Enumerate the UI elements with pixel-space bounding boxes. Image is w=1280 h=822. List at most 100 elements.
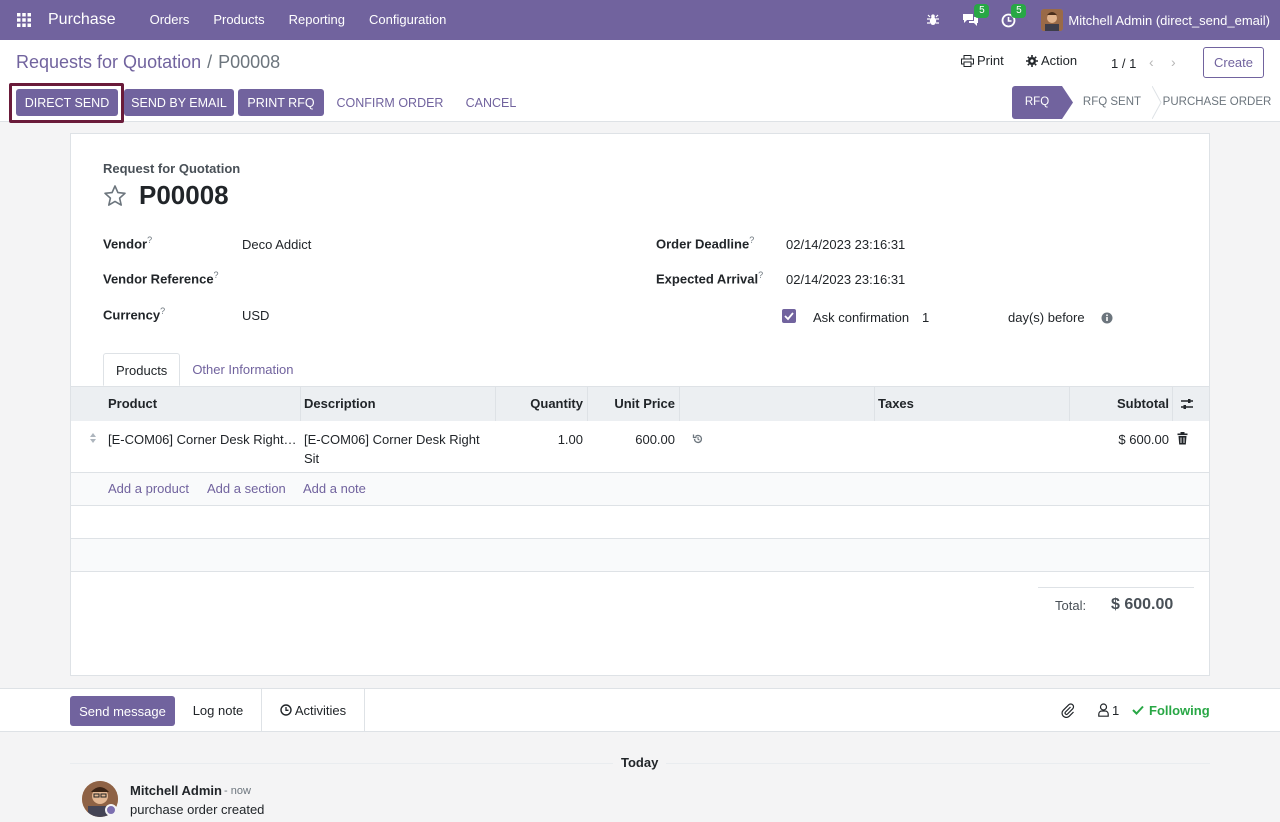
empty-row [71, 539, 1209, 572]
line-subtotal: $ 600.00 [1118, 432, 1169, 447]
order-deadline-field[interactable]: 02/14/2023 23:16:31 [786, 237, 905, 252]
expected-arrival-label: Expected Arrival? [656, 270, 764, 287]
print-rfq-button[interactable]: Print RFQ [238, 89, 324, 116]
check-icon [1132, 705, 1144, 715]
col-subtotal[interactable]: Subtotal [1117, 387, 1169, 421]
delete-trash-icon[interactable] [1177, 432, 1188, 445]
user-icon [1098, 703, 1109, 717]
create-button[interactable]: Create [1203, 47, 1264, 78]
total-label: Total: [1055, 598, 1087, 613]
menu-reporting[interactable]: Reporting [277, 0, 357, 40]
vendor-field[interactable]: Deco Addict [242, 237, 311, 252]
notebook-tabs: Products Other Information [103, 353, 305, 386]
send-by-email-button[interactable]: Send by Email [124, 89, 234, 116]
debug-bug-icon[interactable] [926, 13, 940, 27]
title-row: P00008 [103, 180, 229, 211]
message-time: - now [224, 785, 251, 797]
vendor-reference-field[interactable] [242, 272, 622, 290]
vendor-reference-label: Vendor Reference? [103, 270, 219, 287]
activities-badge: 5 [1011, 3, 1027, 18]
menu-configuration[interactable]: Configuration [357, 0, 458, 40]
top-navbar: Purchase Orders Products Reporting Confi… [0, 0, 1280, 40]
table-row[interactable]: [E-COM06] Corner Desk Right… [E-COM06] C… [71, 421, 1209, 473]
add-line-row: Add a product Add a section Add a note [71, 473, 1209, 506]
breadcrumb-current: P00008 [218, 52, 281, 72]
print-icon [961, 54, 974, 67]
pager-next-icon[interactable]: › [1171, 54, 1176, 70]
col-quantity[interactable]: Quantity [530, 387, 583, 421]
date-label: Today [613, 755, 667, 770]
activities-button[interactable]: Activities [262, 689, 365, 731]
form-sheet: Request for Quotation P00008 Vendor? Dec… [70, 133, 1210, 676]
following-label: Following [1149, 702, 1210, 718]
document-type-label: Request for Quotation [103, 161, 241, 176]
stage-rfq-sent[interactable]: RFQ Sent [1072, 86, 1152, 119]
messages-badge: 5 [974, 4, 990, 18]
menu-orders[interactable]: Orders [138, 0, 202, 40]
control-panel: Requests for Quotation / P00008 Print Acti… [0, 40, 1280, 123]
user-avatar[interactable] [1041, 9, 1064, 31]
expected-arrival-field[interactable]: 02/14/2023 23:16:31 [786, 272, 905, 287]
ask-confirmation-suffix: day(s) before [1008, 310, 1085, 325]
stage-separator-icon [1152, 86, 1162, 119]
followers-count: 1 [1112, 702, 1120, 718]
stage-purchase-order[interactable]: Purchase Order [1162, 86, 1272, 119]
ask-confirmation-label: Ask confirmation [813, 310, 910, 325]
star-icon[interactable] [103, 184, 127, 208]
col-divider [300, 387, 301, 421]
info-icon[interactable] [1101, 312, 1113, 324]
apps-menu-icon[interactable] [0, 0, 48, 40]
add-note-link[interactable]: Add a note [303, 481, 366, 496]
following-button[interactable]: Following [1132, 689, 1210, 731]
messages-icon[interactable]: 5 [962, 4, 990, 27]
ask-confirmation-days-field[interactable]: 1 [922, 310, 992, 325]
currency-label: Currency? [103, 306, 166, 323]
line-description[interactable]: [E-COM06] Corner Desk Right Sit [304, 430, 489, 468]
col-divider [495, 387, 496, 421]
gear-icon [1026, 54, 1038, 67]
col-product[interactable]: Product [108, 387, 157, 421]
cancel-button[interactable]: Cancel [460, 89, 522, 116]
line-product[interactable]: [E-COM06] Corner Desk Right… [108, 430, 296, 449]
systray: 5 5 Mitchell Admin (direct_send_email) [915, 0, 1270, 40]
col-divider [1069, 387, 1070, 421]
send-message-button[interactable]: Send message [70, 696, 175, 726]
user-name[interactable]: Mitchell Admin (direct_send_email) [1068, 13, 1270, 28]
log-note-button[interactable]: Log note [175, 689, 262, 731]
currency-field[interactable]: USD [242, 308, 269, 323]
print-button[interactable]: Print [961, 53, 1004, 68]
add-section-link[interactable]: Add a section [207, 481, 286, 496]
checkmark-icon [784, 312, 794, 321]
total-divider [1038, 587, 1194, 588]
stage-rfq[interactable]: RFQ [1012, 86, 1062, 119]
message-author[interactable]: Mitchell Admin [130, 783, 222, 798]
tab-other-information[interactable]: Other Information [180, 353, 305, 386]
optional-columns-icon[interactable] [1180, 398, 1194, 410]
line-quantity[interactable]: 1.00 [558, 430, 583, 449]
order-deadline-label: Order Deadline? [656, 235, 755, 252]
menu-products[interactable]: Products [201, 0, 276, 40]
breadcrumb-separator: / [207, 52, 213, 72]
attachments-button[interactable] [1061, 689, 1075, 731]
col-divider [874, 387, 875, 421]
pager-value[interactable]: 1 / 1 [1111, 56, 1136, 71]
col-taxes[interactable]: Taxes [878, 387, 914, 421]
col-unit-price[interactable]: Unit Price [614, 387, 675, 421]
empty-row [71, 506, 1209, 539]
action-label: Action [1041, 53, 1078, 68]
followers-button[interactable]: 1 [1098, 689, 1119, 731]
ask-confirmation-checkbox[interactable] [782, 309, 796, 323]
confirm-order-button[interactable]: Confirm Order [332, 89, 448, 116]
col-description[interactable]: Description [304, 387, 376, 421]
line-unit-price[interactable]: 600.00 [635, 430, 675, 449]
breadcrumb-parent[interactable]: Requests for Quotation [16, 52, 201, 72]
clock-icon [280, 704, 292, 716]
history-icon[interactable] [692, 433, 704, 445]
action-button[interactable]: Action [1026, 53, 1077, 68]
add-product-link[interactable]: Add a product [108, 481, 189, 496]
activities-clock-icon[interactable]: 5 [1001, 3, 1027, 28]
pager-prev-icon[interactable]: ‹ [1149, 54, 1154, 70]
tab-products[interactable]: Products [103, 353, 181, 386]
drag-handle-icon[interactable] [89, 432, 97, 444]
app-name[interactable]: Purchase [48, 11, 116, 29]
